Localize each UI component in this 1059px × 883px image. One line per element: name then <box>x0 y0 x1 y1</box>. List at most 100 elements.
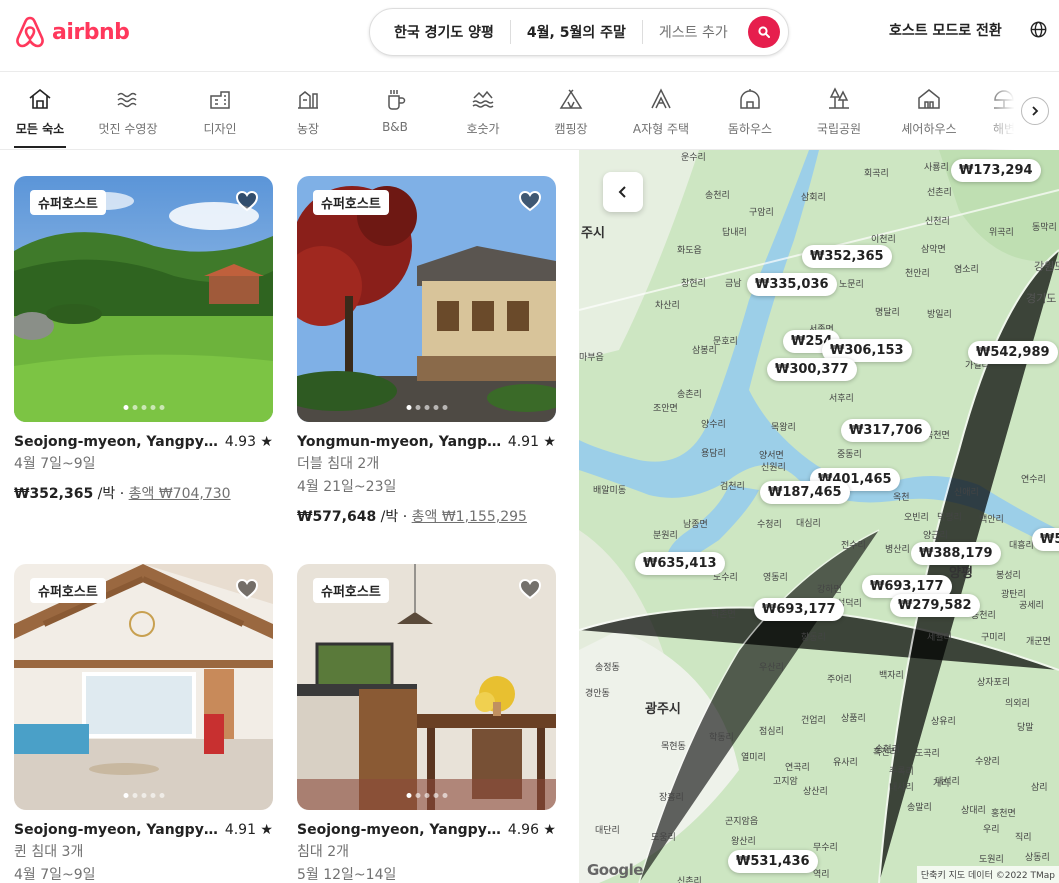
listing-photo[interactable]: 슈퍼호스트 <box>297 564 556 810</box>
globe-icon[interactable] <box>1030 21 1047 38</box>
map-place-label: 송말리 <box>907 803 932 813</box>
map-place-label: 도원리 <box>979 855 1004 865</box>
map-place-label: 선촌리 <box>927 188 952 198</box>
map-price-pin[interactable]: ₩352,365 <box>802 245 892 268</box>
map-place-label: 건업리 <box>801 716 826 726</box>
listing-dates: 4월 7일~9일 <box>14 867 96 883</box>
map-price-pin[interactable]: ₩5 <box>1032 528 1059 551</box>
listing-beds: 더블 침대 2개 <box>297 456 380 472</box>
map-price-pin[interactable]: ₩693,177 <box>754 598 844 621</box>
map-price-pin[interactable]: ₩300,377 <box>767 358 857 381</box>
map-place-label: 내사리 <box>889 783 914 793</box>
map-place-label: 무수리 <box>813 843 838 853</box>
map-price-pin[interactable]: ₩635,413 <box>635 552 725 575</box>
category-next-button[interactable] <box>1021 97 1049 125</box>
listing-rating: 4.93 ★ <box>224 434 273 450</box>
map-price-pin[interactable]: ₩531,436 <box>728 850 818 873</box>
category-a-frames[interactable]: A자형 주택 <box>631 86 691 137</box>
map-price-pin[interactable]: ₩542,989 <box>968 341 1058 364</box>
listing-card[interactable]: 슈퍼호스트 Yongmun-myeon, Yangpyeong-gun 4.91… <box>297 176 556 526</box>
heart-icon[interactable] <box>235 578 259 600</box>
map-place-label: 운수리 <box>681 153 706 163</box>
map-place-label: 회곡리 <box>864 169 889 179</box>
map-place-label: 상산리 <box>803 787 828 797</box>
map-price-pin[interactable]: ₩335,036 <box>747 273 837 296</box>
active-category-underline <box>14 146 66 148</box>
nightly-price: ₩352,365 <box>14 486 94 502</box>
map-price-pin[interactable]: ₩173,294 <box>951 159 1041 182</box>
map-place-label: 봉성리 <box>996 571 1021 581</box>
category-all[interactable]: 모든 숙소 <box>14 86 66 137</box>
listing-price: ₩577,648 /박 · 총액 ₩1,155,295 <box>297 506 556 526</box>
category-label: 국립공원 <box>816 122 862 136</box>
map-place-label: 양근리 <box>923 531 948 541</box>
category-lakefront[interactable]: 호숫가 <box>464 86 502 137</box>
listing-rating: 4.96 ★ <box>507 822 556 838</box>
map-place-label: 차산리 <box>655 301 680 311</box>
map-region-label: 강원도 <box>1034 260 1059 273</box>
category-pools[interactable]: 멋진 수영장 <box>95 86 161 137</box>
map-place-label: 송정동 <box>595 663 620 673</box>
map-view[interactable]: 운수리 회곡리 사룡리 송천리 삼회리 선촌리 주시 구암리 신천리 위곡리 동… <box>579 150 1059 883</box>
search-dates[interactable]: 4월, 5월의 주말 <box>527 22 626 42</box>
category-shared-homes[interactable]: 셰어하우스 <box>899 86 959 137</box>
listing-photo[interactable]: 슈퍼호스트 <box>297 176 556 422</box>
category-label: 디자인 <box>203 122 237 136</box>
heart-icon[interactable] <box>518 578 542 600</box>
category-camping[interactable]: 캠핑장 <box>552 86 590 137</box>
listing-card[interactable]: 슈퍼호스트 Seojong-myeon, Yangpyeong-gun 4.91… <box>14 564 273 883</box>
listing-dates: 5월 12일~14일 <box>297 867 397 883</box>
listing-photo[interactable]: 슈퍼호스트 <box>14 564 273 810</box>
camping-icon <box>559 89 583 109</box>
map-price-pin[interactable]: ₩279,582 <box>890 594 980 617</box>
search-location[interactable]: 한국 경기도 양평 <box>394 22 494 42</box>
search-guests[interactable]: 게스트 추가 <box>659 22 728 42</box>
total-price-link[interactable]: 총액 ₩1,155,295 <box>412 509 527 525</box>
map-place-label: 고지암 <box>773 777 798 787</box>
photo-carousel-dots <box>406 793 447 798</box>
category-bar: 모든 숙소 멋진 수영장 디자인 농장 B&B 호숫가 캠핑장 A자형 주택 돔… <box>0 72 1059 150</box>
map-place-label: 주어리 <box>827 675 852 685</box>
map-place-label: 신천리 <box>925 217 950 227</box>
per-night-label: /박 · <box>93 486 129 502</box>
map-place-label: 삼회리 <box>801 193 826 203</box>
category-label: 멋진 수영장 <box>98 122 158 136</box>
search-bar[interactable]: 한국 경기도 양평 4월, 5월의 주말 게스트 추가 <box>369 8 789 56</box>
lake-icon <box>472 90 494 108</box>
category-domes[interactable]: 돔하우스 <box>726 86 774 137</box>
heart-icon[interactable] <box>518 190 542 212</box>
map-place-label: 연곡리 <box>785 763 810 773</box>
switch-to-host-button[interactable]: 호스트 모드로 전환 <box>889 20 1002 40</box>
listing-card[interactable]: 슈퍼호스트 Seojong-myeon, Yangpyeong-gun 4.96… <box>297 564 556 883</box>
category-national-parks[interactable]: 국립공원 <box>814 86 864 137</box>
map-place-label: 이천리 <box>871 235 896 245</box>
pool-icon <box>117 92 137 108</box>
map-price-pin[interactable]: ₩187,465 <box>760 481 850 504</box>
bed-breakfast-icon <box>388 90 406 110</box>
search-button[interactable] <box>748 16 780 48</box>
map-price-pin[interactable]: ₩388,179 <box>911 542 1001 565</box>
category-design[interactable]: 디자인 <box>200 86 240 137</box>
map-place-label: 대심리 <box>796 519 821 529</box>
map-city-label: 주시 <box>581 226 605 241</box>
heart-icon[interactable] <box>235 190 259 212</box>
airbnb-logo[interactable]: airbnb <box>14 15 130 49</box>
map-place-label: 연수리 <box>1021 475 1046 485</box>
listing-title: Seojong-myeon, Yangpyeong-gun <box>14 822 219 838</box>
listing-card[interactable]: 슈퍼호스트 Seojong-myeon, Yangpyeong-gun 4.93… <box>14 176 273 503</box>
map-place-label: 도곡리 <box>915 749 940 759</box>
category-bnb[interactable]: B&B <box>382 86 408 134</box>
map-place-label: 개리 <box>933 779 950 789</box>
map-place-label: 공세리 <box>1019 601 1044 611</box>
listing-dates: 4월 7일~9일 <box>14 456 96 472</box>
category-label: 농장 <box>296 122 320 136</box>
map-price-pin[interactable]: ₩317,706 <box>841 419 931 442</box>
collapse-map-button[interactable] <box>603 172 643 212</box>
category-farm[interactable]: 농장 <box>293 86 323 137</box>
listing-title: Seojong-myeon, Yangpyeong-gun <box>297 822 502 838</box>
total-price-link[interactable]: 총액 ₩704,730 <box>129 486 231 502</box>
map-place-label: 상자포리 <box>977 678 1011 688</box>
map-place-label: 상대리 <box>961 806 986 816</box>
listing-photo[interactable]: 슈퍼호스트 <box>14 176 273 422</box>
map-place-label: 수청리 <box>757 520 782 530</box>
